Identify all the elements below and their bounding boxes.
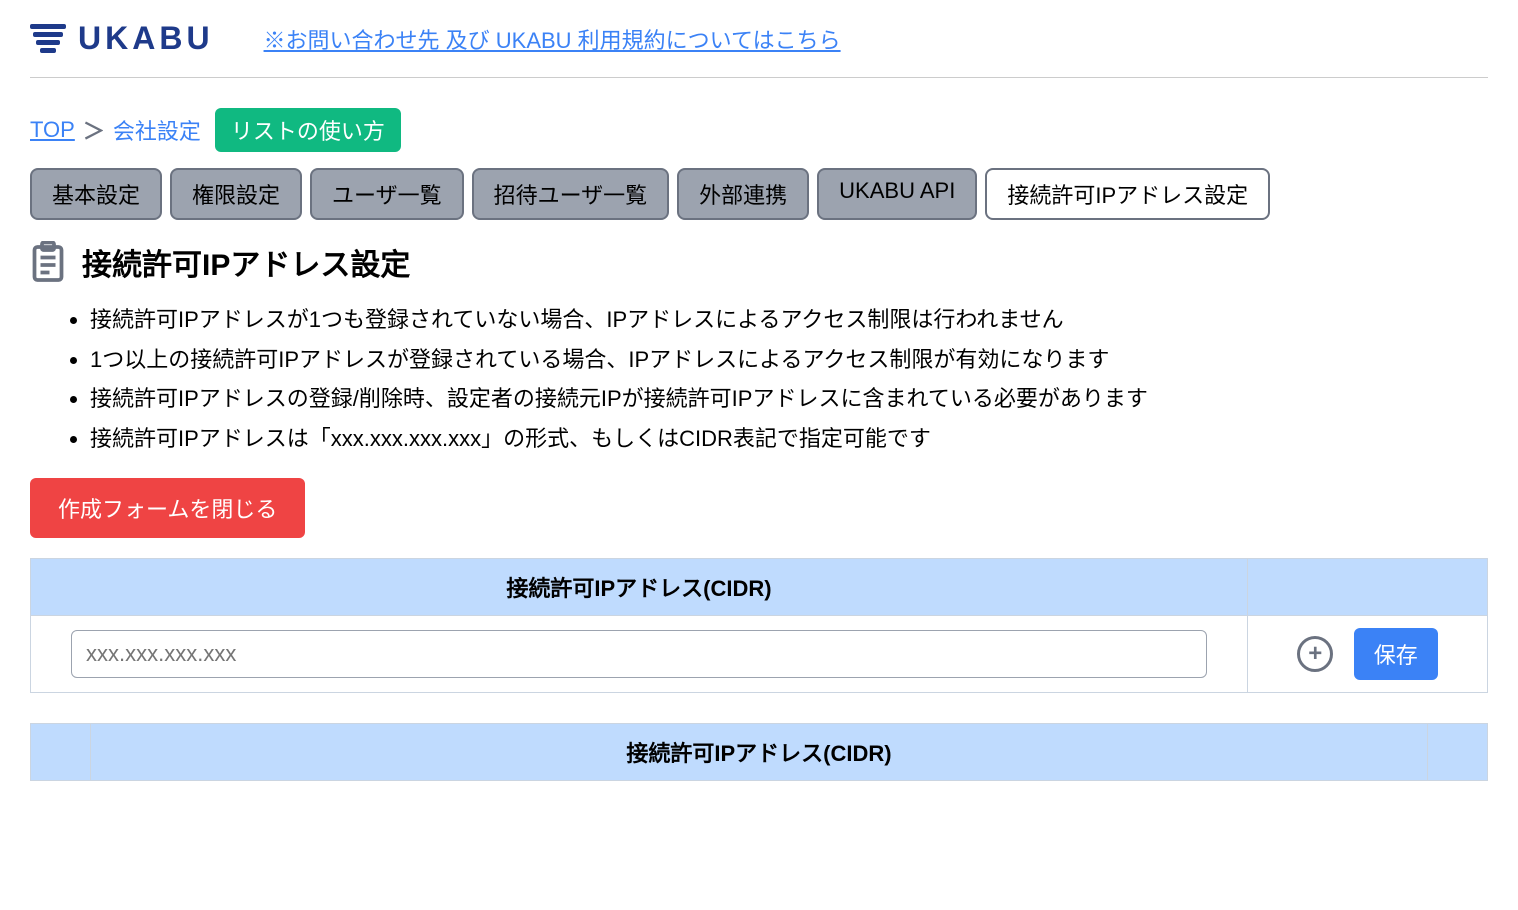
breadcrumb: TOP ＞ 会社設定 リストの使い方 [30, 108, 1488, 152]
clipboard-icon [30, 241, 66, 283]
section-title: 接続許可IPアドレス設定 [82, 240, 410, 284]
header: UKABU ※お問い合わせ先 及び UKABU 利用規約についてはこちら [30, 20, 1488, 78]
note-item: 1つ以上の接続許可IPアドレスが登録されている場合、IPアドレスによるアクセス制… [90, 340, 1488, 380]
ip-input[interactable] [71, 630, 1207, 678]
save-button[interactable]: 保存 [1354, 628, 1438, 680]
section-title-row: 接続許可IPアドレス設定 [30, 240, 1488, 284]
breadcrumb-current: 会社設定 [113, 114, 201, 146]
note-item: 接続許可IPアドレスは「xxx.xxx.xxx.xxx」の形式、もしくはCIDR… [90, 419, 1488, 459]
logo-icon [30, 23, 66, 55]
breadcrumb-separator: ＞ [83, 114, 105, 146]
note-item: 接続許可IPアドレスの登録/削除時、設定者の接続元IPが接続許可IPアドレスに含… [90, 379, 1488, 419]
ip-form-table: 接続許可IPアドレス(CIDR) + 保存 [30, 558, 1488, 693]
tab-ip-allowlist[interactable]: 接続許可IPアドレス設定 [985, 168, 1270, 220]
tab-basic-settings[interactable]: 基本設定 [30, 168, 162, 220]
usage-badge[interactable]: リストの使い方 [215, 108, 401, 152]
form-header-action [1248, 559, 1488, 616]
tab-ukabu-api[interactable]: UKABU API [817, 168, 977, 220]
tab-user-list[interactable]: ユーザ一覧 [310, 168, 464, 220]
tab-external-integration[interactable]: 外部連携 [677, 168, 809, 220]
list-header-right [1428, 724, 1488, 781]
form-header-ip: 接続許可IPアドレス(CIDR) [31, 559, 1248, 616]
logo-text: UKABU [78, 20, 214, 57]
tabs: 基本設定 権限設定 ユーザ一覧 招待ユーザ一覧 外部連携 UKABU API 接… [30, 168, 1488, 220]
logo[interactable]: UKABU [30, 20, 214, 57]
breadcrumb-top[interactable]: TOP [30, 117, 75, 143]
list-header-left [31, 724, 91, 781]
tab-invited-user-list[interactable]: 招待ユーザ一覧 [472, 168, 670, 220]
ip-list-table: 接続許可IPアドレス(CIDR) [30, 723, 1488, 781]
list-header-ip: 接続許可IPアドレス(CIDR) [91, 724, 1428, 781]
contact-link[interactable]: ※お問い合わせ先 及び UKABU 利用規約についてはこちら [264, 23, 841, 55]
close-form-button[interactable]: 作成フォームを閉じる [30, 478, 305, 538]
note-item: 接続許可IPアドレスが1つも登録されていない場合、IPアドレスによるアクセス制限… [90, 300, 1488, 340]
plus-icon[interactable]: + [1297, 636, 1333, 672]
form-row: + 保存 [31, 616, 1488, 693]
tab-permission-settings[interactable]: 権限設定 [170, 168, 302, 220]
notes-list: 接続許可IPアドレスが1つも登録されていない場合、IPアドレスによるアクセス制限… [70, 300, 1488, 458]
